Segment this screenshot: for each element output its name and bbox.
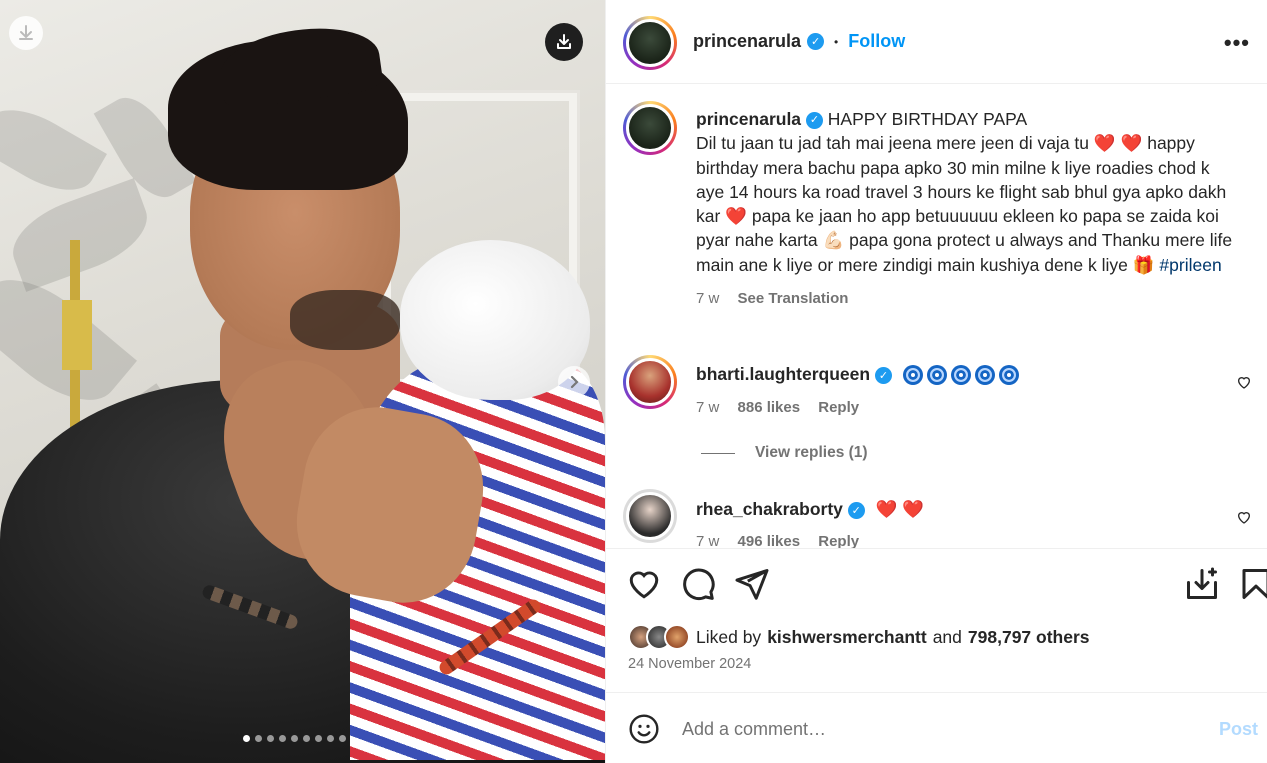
liked-by: Liked by kishwersmerchantt and 798,797 o…: [628, 624, 1090, 650]
comment-icon[interactable]: [680, 566, 716, 602]
caption: princenarula ✓ HAPPY BIRTHDAY PAPA Dil t…: [696, 107, 1236, 311]
verified-badge-icon: ✓: [805, 111, 823, 129]
follow-button[interactable]: Follow: [848, 31, 905, 52]
flexed-arm-icon: 💪🏻: [822, 230, 845, 251]
comment-likes[interactable]: 886 likes: [738, 399, 801, 416]
carousel-dot[interactable]: [327, 735, 334, 742]
red-heart-icon: ❤️ ❤️: [875, 499, 925, 519]
comment-username[interactable]: bharti.laughterqueen: [696, 364, 870, 384]
comment-like-icon[interactable]: [1236, 374, 1252, 390]
comment-1: bharti.laughterqueen ✓: [696, 364, 1196, 386]
comment-time: 7 w: [696, 533, 720, 549]
commenter-avatar[interactable]: [623, 489, 677, 543]
more-options-icon[interactable]: •••: [1224, 30, 1250, 56]
carousel-dot[interactable]: [303, 735, 310, 742]
like-icon[interactable]: [626, 566, 662, 602]
wallpaper-leaf: [0, 94, 107, 206]
red-heart-icon: ❤️: [725, 206, 747, 227]
red-heart-icon: ❤️ ❤️: [1093, 133, 1143, 154]
carousel-dot[interactable]: [255, 735, 262, 742]
comment-like-icon[interactable]: [1236, 509, 1252, 525]
beard: [290, 290, 400, 350]
comments-section[interactable]: princenarula ✓ HAPPY BIRTHDAY PAPA Dil t…: [606, 85, 1267, 549]
caption-meta: 7 w See Translation: [696, 287, 1236, 311]
comment-2-meta: 7 w 496 likes Reply: [696, 533, 873, 549]
comment-input[interactable]: Add a comment…: [682, 719, 826, 740]
verified-badge-icon: ✓: [847, 501, 865, 519]
liker-avatar[interactable]: [664, 624, 690, 650]
caption-title: HAPPY BIRTHDAY PAPA: [827, 109, 1028, 129]
carousel-dot[interactable]: [243, 735, 250, 742]
likes-count[interactable]: 798,797 others: [968, 627, 1090, 648]
post-comment-button[interactable]: Post: [1219, 719, 1258, 740]
view-replies-label[interactable]: View replies (1): [755, 444, 868, 462]
carousel-next-button[interactable]: [558, 366, 590, 398]
caption-avatar[interactable]: [623, 101, 677, 155]
bookmark-icon[interactable]: [1238, 566, 1267, 602]
download-icon[interactable]: [545, 23, 583, 61]
caption-text-1: Dil tu jaan tu jad tah mai jeena mere je…: [696, 133, 1090, 154]
download-badge-icon[interactable]: [9, 16, 43, 50]
reply-button[interactable]: Reply: [818, 533, 859, 548]
nazar-amulet-icon: [902, 364, 1023, 386]
reply-button[interactable]: Reply: [818, 399, 859, 416]
verified-badge-icon: ✓: [874, 366, 892, 384]
carousel-dot[interactable]: [291, 735, 298, 742]
separator-dot: •: [834, 34, 839, 49]
carousel-dot[interactable]: [315, 735, 322, 742]
save-to-collection-icon[interactable]: [1184, 566, 1220, 602]
post-image[interactable]: [0, 0, 605, 763]
emoji-icon[interactable]: [628, 713, 660, 745]
comment-1-meta: 7 w 886 likes Reply: [696, 399, 873, 416]
carousel-dot[interactable]: [339, 735, 346, 742]
post-header: princenarula ✓ • Follow •••: [606, 0, 1267, 84]
caption-time: 7 w: [696, 290, 720, 308]
liked-by-and: and: [932, 626, 962, 647]
add-comment-bar: Add a comment… Post: [606, 692, 1267, 763]
comment-2: rhea_chakraborty ✓ ❤️ ❤️: [696, 499, 1196, 520]
comment-time: 7 w: [696, 399, 720, 416]
commenter-avatar[interactable]: [623, 355, 677, 409]
verified-badge-icon: ✓: [807, 33, 825, 50]
share-icon[interactable]: [734, 566, 770, 602]
liked-by-label: Liked by: [696, 626, 762, 647]
hashtag-link[interactable]: #prileen: [1159, 255, 1221, 275]
author-avatar[interactable]: [623, 16, 677, 70]
carousel-dot[interactable]: [267, 735, 274, 742]
caption-username[interactable]: princenarula: [696, 109, 801, 129]
comment-username[interactable]: rhea_chakraborty: [696, 499, 843, 519]
post-date: 24 November 2024: [628, 656, 752, 672]
see-translation-button[interactable]: See Translation: [738, 290, 849, 307]
carousel-indicator: [243, 735, 346, 742]
comment-likes[interactable]: 496 likes: [738, 533, 801, 548]
reply-line: [701, 452, 735, 454]
post-actions: [606, 550, 1267, 620]
post-side-panel: princenarula ✓ • Follow ••• princenarula…: [605, 0, 1267, 763]
wall-lamp-plate: [62, 300, 92, 370]
liked-by-user[interactable]: kishwersmerchantt: [767, 627, 927, 648]
wallpaper-leaf: [2, 178, 158, 292]
author-username[interactable]: princenarula: [693, 31, 801, 52]
carousel-dot[interactable]: [279, 735, 286, 742]
gift-icon: 🎁: [1132, 254, 1155, 275]
view-replies-button[interactable]: View replies (1): [701, 444, 868, 462]
